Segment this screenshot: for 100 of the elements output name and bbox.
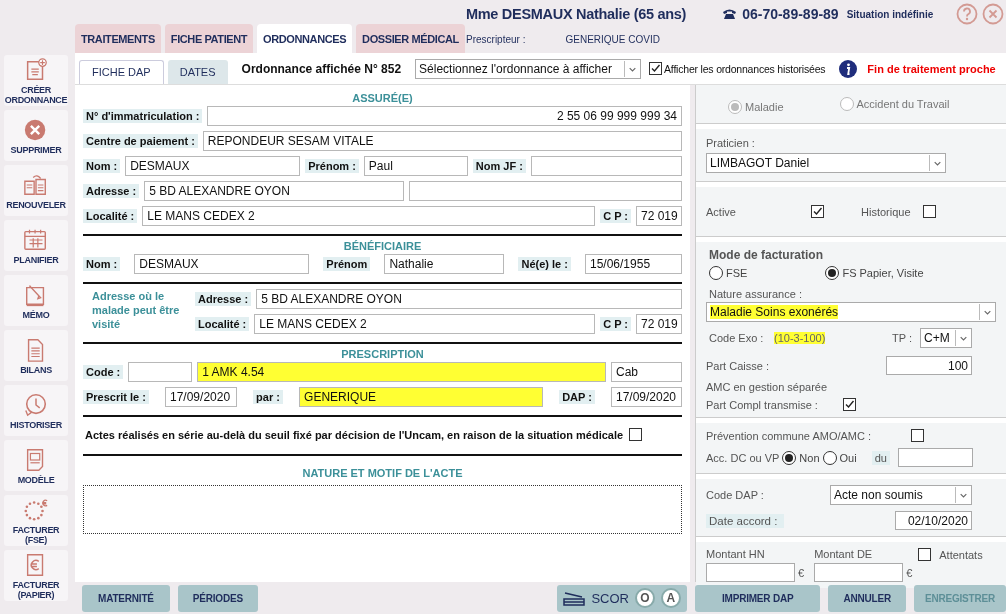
radio-button[interactable]: Non <box>782 450 820 465</box>
field-label: Prescrit le : <box>83 390 149 404</box>
sidebar-button[interactable]: SUPPRIMER <box>4 110 68 161</box>
checkbox[interactable] <box>842 398 856 411</box>
field-label: Montant HN <box>706 548 766 560</box>
prescription-title: Ordonnance affichée N° 852 <box>241 61 402 76</box>
action-button[interactable]: ANNULER <box>828 584 906 612</box>
field-label: Montant DE <box>814 548 874 560</box>
field-label: Nature assurance : <box>709 288 803 300</box>
checkbox[interactable] <box>918 548 932 561</box>
scor-label: SCOR <box>591 590 629 606</box>
action-button[interactable]: IMPRIMER DAP <box>694 584 821 612</box>
text-field[interactable]: 17/09/2020 <box>611 387 682 407</box>
sidebar-button[interactable]: BILANS <box>4 330 68 381</box>
field-label: C P : <box>600 209 631 223</box>
amount-field[interactable] <box>814 563 904 582</box>
sidebar-button[interactable]: CRÉER ORDONNANCE <box>4 55 68 106</box>
sidebar-button[interactable]: FACTURER (PAPIER) <box>4 550 68 601</box>
field-label: Code DAP : <box>706 489 764 501</box>
checkbox-label: Historique <box>861 205 912 218</box>
text-field[interactable]: 72 019 <box>636 314 682 334</box>
field-label: Acc. DC ou VP <box>706 451 780 464</box>
sidebar-button[interactable]: MODÈLE <box>4 440 68 491</box>
tp-select[interactable]: C+M <box>920 328 972 348</box>
text-field[interactable]: LE MANS CEDEX 2 <box>254 314 596 334</box>
phone-number: 06-70-89-89-89 <box>742 6 839 22</box>
practitioner-select[interactable]: LIMBAGOT Daniel <box>706 153 946 173</box>
text-field[interactable]: 5 BD ALEXANDRE OYON <box>144 181 405 201</box>
sidebar-button[interactable]: RENOUVELER <box>4 165 68 216</box>
prescription-select[interactable]: Sélectionnez l'ordonnance à afficher <box>415 58 642 79</box>
text-field[interactable] <box>128 362 193 382</box>
field-label: Code Exo : <box>709 332 765 344</box>
field-label: Localité : <box>83 209 138 223</box>
text-field[interactable]: 5 BD ALEXANDRE OYON <box>256 289 682 309</box>
text-field[interactable]: 100 <box>886 356 972 375</box>
checkbox-label: Active <box>706 205 737 218</box>
text-field[interactable]: DESMAUX <box>134 254 310 274</box>
field-label: Date accord : <box>706 513 784 528</box>
tab[interactable]: FICHE PATIENT <box>164 24 254 53</box>
checkbox[interactable] <box>649 62 663 75</box>
checkbox[interactable] <box>811 205 824 218</box>
text-field[interactable]: Nathalie <box>384 254 505 274</box>
info-icon[interactable] <box>839 59 858 78</box>
amount-field[interactable] <box>706 563 795 582</box>
text-field[interactable]: Paul <box>363 156 468 176</box>
field-label: Prénom : <box>305 159 359 173</box>
text-field[interactable]: GENERIQUE <box>299 387 544 407</box>
tab[interactable]: TRAITEMENTS <box>75 24 161 53</box>
tab[interactable]: DATES <box>167 59 228 84</box>
section-caption: Adresse où le malade peut être visité <box>91 289 181 332</box>
text-field[interactable]: DESMAUX <box>125 156 301 176</box>
section-title: BÉNÉFICIAIRE <box>342 240 423 252</box>
sidebar-button[interactable]: PLANIFIER <box>4 220 68 271</box>
insurance-select[interactable]: Maladie Soins exonérés <box>706 302 996 322</box>
text-field[interactable]: LE MANS CEDEX 2 <box>142 206 596 226</box>
text-field[interactable]: 2 55 06 99 999 999 34 <box>207 106 682 126</box>
field-label: Localité : <box>195 317 250 331</box>
alert-text: Fin de traitement proche <box>867 62 996 75</box>
field-label: Nom : <box>83 257 121 271</box>
tab[interactable]: DOSSIER MÉDICAL <box>356 24 465 53</box>
checkbox[interactable] <box>629 428 643 441</box>
sidebar-button[interactable]: FACTURER (FSE) <box>4 495 68 546</box>
round-button[interactable]: A <box>660 588 681 608</box>
checkbox[interactable] <box>923 205 936 218</box>
checkbox-label: Part Compl transmise : <box>706 398 818 411</box>
prescriber-name: GENERIQUE COVID <box>565 33 660 45</box>
action-button[interactable]: PÉRIODES <box>177 584 258 612</box>
exemption-code: (10-3-100) <box>774 332 826 344</box>
round-button[interactable]: O <box>634 588 655 608</box>
text-area[interactable] <box>83 485 682 534</box>
radio-button[interactable]: FS Papier, Visite <box>825 266 924 280</box>
euro-stars-icon <box>22 496 50 523</box>
field-label: Né(e) le : <box>518 257 571 271</box>
text-field[interactable]: Cab <box>611 362 682 382</box>
field-label: DAP : <box>559 390 595 404</box>
text-field[interactable]: REPONDEUR SESAM VITALE <box>202 131 682 151</box>
radio-button[interactable]: Oui <box>822 450 857 465</box>
checkbox[interactable] <box>911 429 925 442</box>
date-field[interactable]: 02/10/2020 <box>895 511 972 530</box>
patient-name: Mme DESMAUX Nathalie (65 ans) <box>466 6 687 22</box>
tab[interactable]: FICHE DAP <box>79 59 164 84</box>
text-field[interactable]: 1 AMK 4.54 <box>197 362 606 382</box>
text-field[interactable] <box>409 181 682 201</box>
sidebar-button[interactable]: MÉMO <box>4 275 68 326</box>
text-field[interactable]: 15/06/1955 <box>585 254 682 274</box>
sidebar-button[interactable]: HISTORISER <box>4 385 68 436</box>
field-label: du <box>871 450 890 465</box>
scanner-icon[interactable] <box>563 590 586 606</box>
text-field[interactable]: 72 019 <box>636 206 682 226</box>
field-label: Nom JF : <box>472 159 526 173</box>
date-field[interactable] <box>897 448 973 467</box>
text-field[interactable] <box>530 156 682 176</box>
currency-symbol: € <box>798 566 805 579</box>
currency-symbol: € <box>906 566 913 579</box>
tab[interactable]: ORDONNANCES <box>257 24 353 53</box>
action-button[interactable]: MATERNITÉ <box>82 584 170 612</box>
text-field[interactable]: 17/09/2020 <box>165 387 237 407</box>
field-label: TP : <box>892 332 912 344</box>
dap-select[interactable]: Acte non soumis <box>830 485 972 505</box>
radio-button[interactable]: FSE <box>709 266 748 280</box>
